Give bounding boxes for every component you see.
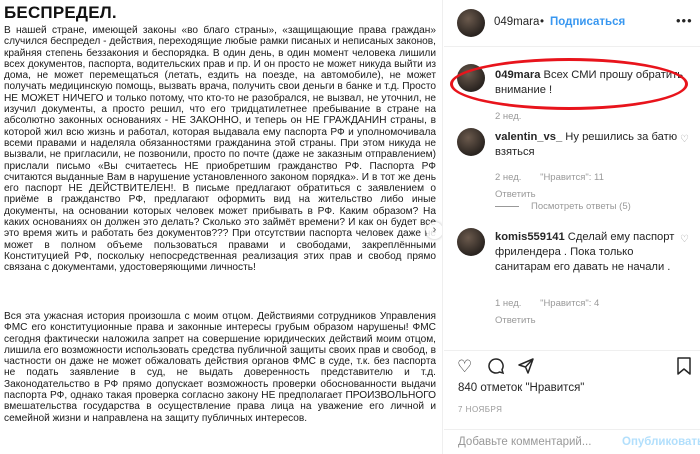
more-options-icon[interactable]: ••• (676, 13, 693, 28)
view-replies-button[interactable]: Посмотреть ответы (5) (495, 201, 631, 212)
commenter-avatar[interactable] (457, 128, 485, 156)
comment-meta: 1 нед. "Нравится": 4 Ответить (495, 298, 599, 326)
replies-dash (495, 205, 519, 207)
comment-body: komis559141 Сделай ему паспорт фрилендер… (495, 230, 681, 275)
comment-username[interactable]: valentin_vs_ (495, 131, 562, 143)
likes-count[interactable]: 840 отметок "Нравится" (458, 382, 584, 394)
comment-meta: 2 нед. "Нравится": 11 Ответить (495, 172, 604, 200)
author-username[interactable]: 049mara (494, 16, 539, 28)
comment-likes[interactable]: "Нравится": 4 (540, 298, 599, 309)
comment-time[interactable]: 2 нед. (495, 172, 521, 183)
post-actions: ♡ 840 отметок "Нравится" 7 НОЯБРЯ Опубли… (444, 350, 700, 454)
comment-time[interactable]: 2 нед. (495, 111, 521, 122)
comment-item: valentin_vs_ Ну решились за батю взяться… (444, 128, 700, 218)
post-header: 049mara • Подписаться ••• (444, 0, 700, 47)
reply-button[interactable]: Ответить (495, 315, 599, 326)
share-icon[interactable] (517, 357, 535, 380)
comment-bubble-icon[interactable] (487, 357, 505, 380)
highlight-oval (450, 58, 688, 110)
comment-username[interactable]: komis559141 (495, 231, 565, 243)
commenter-avatar[interactable] (457, 228, 485, 256)
post-image: БЕСПРЕДЕЛ. В нашей стране, имеющей закон… (0, 0, 443, 454)
publish-button[interactable]: Опубликовать (622, 436, 700, 448)
comment-body: valentin_vs_ Ну решились за батю взяться (495, 130, 691, 160)
author-avatar[interactable] (457, 9, 485, 37)
comment-bar: Опубликовать (444, 429, 700, 454)
header-separator: • (540, 16, 545, 28)
post-image-title: БЕСПРЕДЕЛ. (4, 3, 117, 22)
comment-time[interactable]: 1 нед. (495, 298, 521, 309)
comment-like-heart-icon[interactable]: ♡ (680, 134, 689, 145)
comment-like-heart-icon[interactable]: ♡ (680, 234, 689, 245)
view-replies-label: Посмотреть ответы (5) (531, 201, 631, 212)
post-image-paragraph-1: В нашей стране, имеющей законы «во благо… (4, 25, 436, 274)
post-image-paragraph-2: Вся эта ужасная история произошла с моим… (4, 311, 436, 424)
next-arrow-icon[interactable]: › (426, 222, 442, 239)
comment-item: komis559141 Сделай ему паспорт фрилендер… (444, 228, 700, 328)
follow-button[interactable]: Подписаться (550, 16, 625, 28)
comment-likes[interactable]: "Нравится": 11 (540, 172, 604, 183)
bookmark-icon[interactable] (676, 357, 692, 380)
reply-button[interactable]: Ответить (495, 189, 604, 200)
like-heart-icon[interactable]: ♡ (457, 357, 472, 377)
post-date: 7 НОЯБРЯ (458, 405, 503, 414)
comment-input[interactable] (458, 436, 618, 448)
